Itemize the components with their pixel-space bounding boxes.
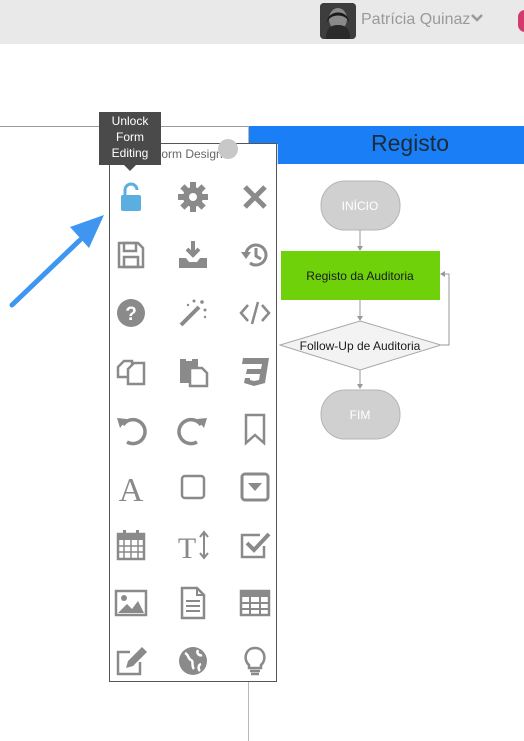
task-node[interactable]: Registo da Auditoria	[281, 251, 440, 300]
copy-icon[interactable]	[113, 353, 149, 389]
document-icon[interactable]	[175, 585, 211, 621]
history-icon[interactable]	[237, 237, 273, 273]
redo-icon[interactable]	[175, 411, 211, 447]
svg-text:?: ?	[125, 304, 137, 325]
tooltip-arrow	[124, 165, 136, 171]
undo-icon[interactable]	[113, 411, 149, 447]
decision-label: Follow-Up de Auditoria	[300, 339, 421, 353]
checkbox-icon[interactable]	[237, 527, 273, 563]
form-title: Registo	[371, 130, 449, 156]
bookmark-icon[interactable]	[237, 411, 273, 447]
paste-icon[interactable]	[175, 353, 211, 389]
gear-icon[interactable]	[175, 179, 211, 215]
text-height-icon[interactable]: T	[175, 527, 211, 563]
form-header: Registo	[249, 126, 524, 164]
tooltip-text: Unlock Form Editing	[111, 114, 149, 160]
save-icon[interactable]	[113, 237, 149, 273]
close-icon[interactable]	[237, 179, 273, 215]
calendar-icon[interactable]	[113, 527, 149, 563]
form-designer-panel[interactable]: Form Designer ? A T	[109, 139, 277, 682]
notification-badge[interactable]	[518, 10, 524, 32]
start-node[interactable]: INÍCIO	[320, 180, 401, 231]
decision-node[interactable]: Follow-Up de Auditoria	[279, 320, 443, 371]
help-icon[interactable]: ?	[113, 295, 149, 331]
end-label: FIM	[350, 408, 371, 422]
start-label: INÍCIO	[342, 198, 379, 213]
edit-icon[interactable]	[113, 643, 149, 679]
dropdown-icon[interactable]	[237, 469, 273, 505]
task-label: Registo da Auditoria	[306, 269, 414, 283]
avatar[interactable]	[320, 3, 356, 39]
help-icon[interactable]	[218, 139, 238, 159]
lightbulb-icon[interactable]	[237, 643, 273, 679]
image-icon[interactable]	[113, 585, 149, 621]
lock-icon[interactable]	[113, 179, 149, 215]
table-icon[interactable]	[237, 585, 273, 621]
square-icon[interactable]	[175, 469, 211, 505]
end-node[interactable]: FIM	[320, 389, 401, 440]
magic-wand-icon[interactable]	[175, 295, 211, 331]
flow-diagram: INÍCIO Registo da Auditoria Follow-Up de…	[279, 180, 450, 440]
chevron-down-icon[interactable]	[470, 11, 484, 30]
code-icon[interactable]	[237, 295, 273, 331]
svg-text:A: A	[119, 472, 144, 504]
text-icon[interactable]: A	[113, 469, 149, 505]
top-bar: Patrícia Quinaz	[0, 0, 524, 44]
download-icon[interactable]	[175, 237, 211, 273]
svg-text:T: T	[178, 532, 196, 562]
tooltip: Unlock Form Editing	[99, 112, 161, 165]
user-name[interactable]: Patrícia Quinaz	[361, 11, 470, 29]
globe-icon[interactable]	[175, 643, 211, 679]
css3-icon[interactable]	[237, 353, 273, 389]
